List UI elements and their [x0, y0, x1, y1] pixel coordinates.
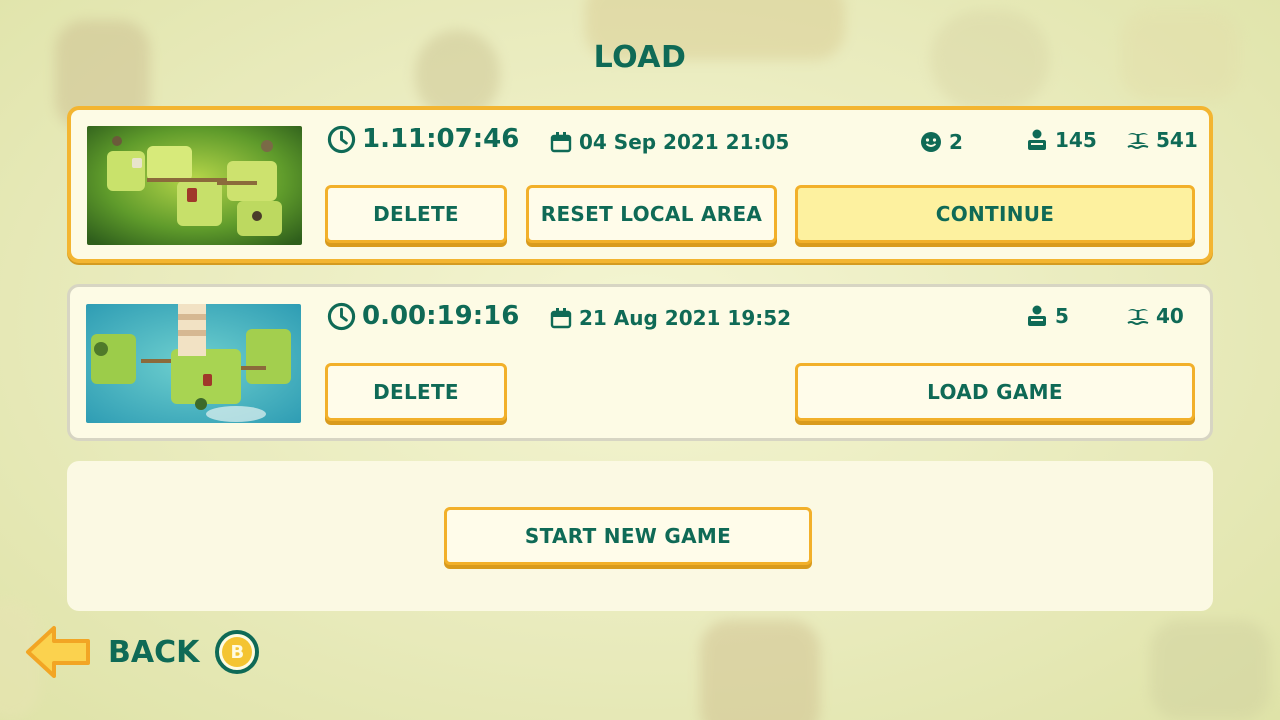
background-decoration	[1150, 620, 1270, 720]
faces-value: 2	[949, 130, 963, 154]
person-icon	[1028, 305, 1046, 326]
save-thumbnail	[86, 304, 301, 423]
continue-button[interactable]: CONTINUE	[795, 185, 1195, 243]
island-icon	[1127, 133, 1149, 149]
page-title: LOAD	[593, 40, 687, 75]
clock-icon	[327, 125, 356, 153]
b-key-label: B	[222, 637, 253, 667]
playtime-value: 1.11:07:46	[362, 124, 520, 154]
back-label: BACK	[108, 634, 200, 670]
clock-icon	[327, 302, 356, 330]
new-game-panel: START NEW GAME	[67, 461, 1213, 611]
date-value: 04 Sep 2021 21:05	[579, 130, 790, 154]
background-decoration	[700, 620, 820, 720]
people-stat: 5	[1025, 304, 1069, 328]
date-stat: 21 Aug 2021 19:52	[549, 306, 791, 330]
save-slot-2[interactable]: 0.00:19:16 21 Aug 2021 19:52 5 40 DELETE…	[67, 284, 1213, 441]
playtime-value: 0.00:19:16	[362, 301, 520, 331]
faces-stat: 2	[919, 130, 963, 154]
load-game-button[interactable]: LOAD GAME	[795, 363, 1195, 421]
islands-stat: 40	[1126, 304, 1184, 328]
people-value: 145	[1055, 128, 1097, 152]
arrow-left-icon	[26, 626, 90, 678]
save-thumbnail	[87, 126, 302, 245]
date-stat: 04 Sep 2021 21:05	[549, 130, 789, 154]
delete-button[interactable]: DELETE	[325, 363, 507, 421]
calendar-icon	[550, 308, 572, 329]
islands-value: 40	[1156, 304, 1184, 328]
island-icon	[1127, 309, 1149, 325]
calendar-icon	[550, 132, 572, 153]
back-button[interactable]: BACK B	[24, 624, 260, 680]
islands-stat: 541	[1126, 128, 1198, 152]
playtime-stat: 0.00:19:16	[327, 301, 519, 331]
people-stat: 145	[1025, 128, 1097, 152]
islands-value: 541	[1156, 128, 1198, 152]
b-key-badge: B	[215, 630, 260, 674]
playtime-stat: 1.11:07:46	[327, 124, 519, 154]
person-icon	[1028, 129, 1046, 150]
start-new-game-button[interactable]: START NEW GAME	[444, 507, 812, 565]
date-value: 21 Aug 2021 19:52	[579, 306, 792, 330]
save-slot-1[interactable]: 1.11:07:46 04 Sep 2021 21:05 2 145 541 D…	[67, 106, 1213, 263]
reset-local-area-button[interactable]: RESET LOCAL AREA	[526, 185, 777, 243]
smiley-icon	[921, 132, 941, 152]
delete-button[interactable]: DELETE	[325, 185, 507, 243]
people-value: 5	[1055, 304, 1069, 328]
